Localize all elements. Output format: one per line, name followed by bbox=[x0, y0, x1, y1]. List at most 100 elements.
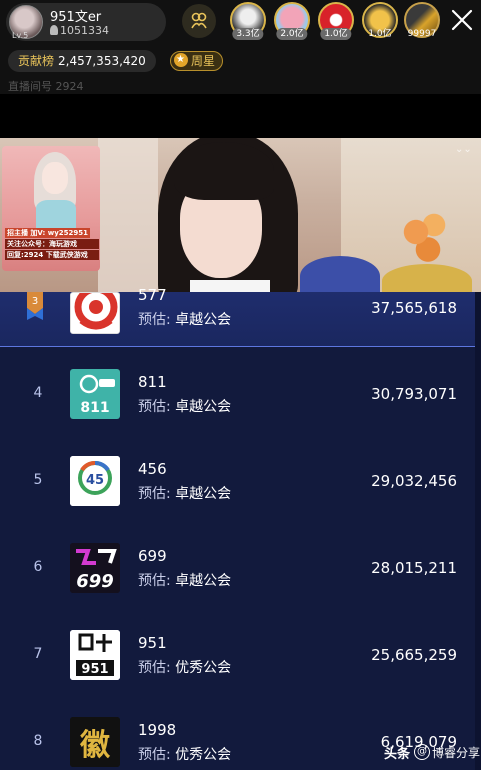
live-video[interactable]: 招主播 加V: wy252951 关注公众号：海玩游戏 回复:2924 下载武侠… bbox=[0, 138, 481, 295]
guild-name: 1998 bbox=[138, 721, 177, 739]
guild-name: 577 bbox=[138, 286, 167, 304]
guild-value: 25,665,259 bbox=[371, 646, 457, 664]
follow-button[interactable] bbox=[182, 4, 216, 38]
svg-text:45: 45 bbox=[86, 473, 104, 488]
top-fan-value: 1.0亿 bbox=[368, 29, 392, 39]
guild-estimate: 预估: 优秀公会 bbox=[138, 744, 231, 764]
guild-ranking-list: 3 577 预估: 卓越公会 37,565,618 4 811 811 预估: … bbox=[0, 286, 481, 770]
top-fan-value: 99997 bbox=[407, 29, 437, 39]
rank-number: 7 bbox=[33, 646, 43, 662]
guild-estimate: 预估: 卓越公会 bbox=[138, 396, 231, 416]
estimate-label: 预估: bbox=[138, 573, 171, 589]
ranking-row[interactable]: 4 811 811 预估: 卓越公会 30,793,071 bbox=[0, 348, 475, 435]
top-fan-value: 2.0亿 bbox=[276, 28, 308, 40]
contribution-label: 贡献榜 bbox=[18, 54, 55, 68]
ring-logo-icon bbox=[71, 293, 119, 333]
live-header: Lv.5 951文er 1051334 3.3亿 2.0亿 1.0亿 1.0亿 … bbox=[0, 0, 481, 94]
svg-text:3: 3 bbox=[32, 296, 38, 307]
week-star-button[interactable]: 周星 bbox=[170, 51, 224, 71]
guild-estimate: 预估: 卓越公会 bbox=[138, 570, 231, 590]
anchor-info[interactable]: Lv.5 951文er 1051334 bbox=[6, 3, 166, 41]
rank-medal-icon: 3 bbox=[27, 292, 43, 320]
ranking-row[interactable]: 5 45 456 预估: 卓越公会 29,032,456 bbox=[0, 435, 475, 522]
top-fan-value: 3.3亿 bbox=[232, 28, 264, 40]
guild-type: 卓越公会 bbox=[175, 399, 232, 415]
anchor-level: Lv.5 bbox=[12, 31, 29, 40]
1998-logo-icon: 徽 bbox=[70, 717, 120, 767]
svg-text:徽: 徽 bbox=[79, 728, 111, 763]
svg-text:699: 699 bbox=[76, 571, 114, 592]
fans-count: 1051334 bbox=[60, 24, 109, 37]
guild-name: 456 bbox=[138, 460, 167, 478]
ranking-row[interactable]: 3 577 预估: 卓越公会 37,565,618 bbox=[0, 286, 475, 347]
ranking-row[interactable]: 6 699 699 预估: 卓越公会 28,015,211 bbox=[0, 522, 475, 609]
951-logo-icon: 951 bbox=[70, 630, 120, 680]
estimate-label: 预估: bbox=[138, 660, 171, 676]
top-fan-avatar[interactable]: 3.3亿 bbox=[230, 2, 266, 40]
top-fan-avatar[interactable]: 1.0亿 bbox=[318, 2, 354, 40]
ranking-row[interactable]: 7 951 951 预估: 优秀公会 25,665,259 bbox=[0, 609, 475, 696]
guild-value: 30,793,071 bbox=[371, 385, 457, 403]
rank-number: 8 bbox=[33, 733, 43, 749]
ad-line: 招主播 加V: wy252951 bbox=[5, 228, 91, 238]
ad-model-image bbox=[30, 148, 80, 228]
ad-line: 回复:2924 下载武侠游戏 bbox=[5, 250, 99, 260]
rank-number: 6 bbox=[33, 559, 43, 575]
week-star-label: 周星 bbox=[191, 54, 216, 68]
guild-estimate: 预估: 卓越公会 bbox=[138, 483, 231, 503]
699-logo-icon: 699 bbox=[70, 543, 120, 593]
ad-line: 关注公众号：海玩游戏 bbox=[5, 239, 99, 249]
svg-text:811: 811 bbox=[80, 400, 109, 416]
ad-text: 招主播 加V: wy252951 关注公众号：海玩游戏 回复:2924 下载武侠… bbox=[5, 228, 99, 260]
recruit-ad-card[interactable]: 招主播 加V: wy252951 关注公众号：海玩游戏 回复:2924 下载武侠… bbox=[2, 146, 100, 271]
top-fan-avatar[interactable]: 99997 bbox=[404, 2, 440, 39]
guild-value: 29,032,456 bbox=[371, 472, 457, 490]
guild-value: 37,565,618 bbox=[371, 299, 457, 317]
guild-logo: 徽 bbox=[70, 717, 120, 767]
fans-icon bbox=[50, 25, 58, 35]
anchor-name: 951文er bbox=[50, 10, 102, 25]
rank-number: 5 bbox=[33, 472, 43, 488]
guild-estimate: 预估: 卓越公会 bbox=[138, 309, 231, 329]
anchor-fans: 1051334 bbox=[50, 24, 109, 37]
guild-type: 优秀公会 bbox=[175, 660, 232, 676]
456-logo-icon: 45 bbox=[70, 456, 120, 506]
guild-estimate: 预估: 优秀公会 bbox=[138, 657, 231, 677]
estimate-label: 预估: bbox=[138, 399, 171, 415]
guild-logo bbox=[70, 292, 120, 334]
video-curtain bbox=[98, 138, 158, 295]
streamer bbox=[150, 138, 310, 295]
watermark-author: 博睿分享 bbox=[432, 745, 481, 760]
svg-text:951: 951 bbox=[81, 662, 108, 677]
guild-logo: 811 bbox=[70, 369, 120, 419]
watermark: 头条 @ 博睿分享 bbox=[384, 742, 480, 762]
811-logo-icon: 811 bbox=[70, 369, 120, 419]
guild-name: 699 bbox=[138, 547, 167, 565]
chevron-down-icon[interactable]: ⌄⌄ bbox=[455, 144, 472, 155]
guild-logo: 951 bbox=[70, 630, 120, 680]
estimate-label: 预估: bbox=[138, 747, 171, 763]
guild-type: 卓越公会 bbox=[175, 312, 232, 328]
contribution-board[interactable]: 贡献榜 2,457,353,420 bbox=[8, 50, 156, 72]
estimate-label: 预估: bbox=[138, 486, 171, 502]
guild-value: 28,015,211 bbox=[371, 559, 457, 577]
anchor-avatar[interactable]: Lv.5 bbox=[9, 5, 43, 40]
watermark-brand: 头条 bbox=[384, 746, 411, 762]
guild-type: 优秀公会 bbox=[175, 747, 232, 763]
guild-name: 951 bbox=[138, 634, 167, 652]
top-fan-avatar[interactable]: 2.0亿 bbox=[274, 2, 310, 40]
contribution-value: 2,457,353,420 bbox=[58, 54, 146, 68]
guild-type: 卓越公会 bbox=[175, 486, 232, 502]
rank-number: 4 bbox=[33, 385, 43, 401]
at-icon: @ bbox=[414, 744, 431, 760]
top-fan-value: 1.0亿 bbox=[320, 28, 352, 40]
estimate-label: 预估: bbox=[138, 312, 171, 328]
room-id: 直播间号 2924 bbox=[8, 80, 84, 93]
star-icon bbox=[174, 51, 188, 69]
guild-type: 卓越公会 bbox=[175, 573, 232, 589]
top-fan-avatar[interactable]: 1.0亿 bbox=[362, 2, 398, 39]
follow-icon bbox=[191, 12, 207, 29]
guild-logo: 699 bbox=[70, 543, 120, 593]
guild-name: 811 bbox=[138, 373, 167, 391]
close-icon[interactable] bbox=[448, 6, 476, 34]
